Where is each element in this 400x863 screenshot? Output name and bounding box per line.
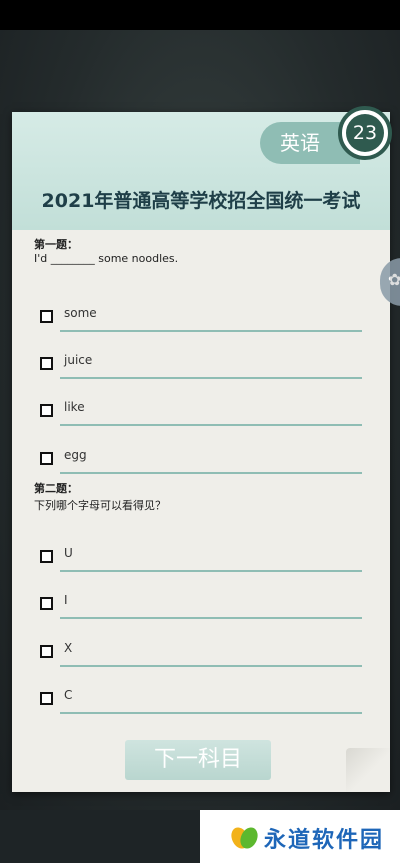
checkbox[interactable]	[40, 692, 53, 705]
status-bar	[0, 0, 400, 30]
checkbox[interactable]	[40, 645, 53, 658]
option-underline	[60, 472, 362, 474]
q2-option-c[interactable]: C	[40, 684, 364, 714]
option-underline	[60, 570, 362, 572]
option-label: some	[64, 306, 97, 320]
option-underline	[60, 712, 362, 714]
question-2-text: 下列哪个字母可以看得见？	[34, 499, 166, 512]
watermark: 永道软件园	[200, 810, 400, 863]
q2-option-i[interactable]: I	[40, 589, 364, 619]
question-2-label: 第二题：	[34, 482, 78, 495]
exam-title: 2021年普通高等学校招全国统一考试	[41, 190, 361, 212]
countdown-timer: 23	[338, 106, 392, 160]
checkbox[interactable]	[40, 357, 53, 370]
option-label: U	[64, 546, 73, 560]
watermark-text: 永道软件园	[264, 828, 385, 853]
option-underline	[60, 330, 362, 332]
q2-option-x[interactable]: X	[40, 637, 364, 667]
option-label: X	[64, 641, 73, 655]
q1-option-juice[interactable]: juice	[40, 349, 364, 379]
option-label: egg	[64, 448, 87, 462]
checkbox[interactable]	[40, 404, 53, 417]
page-curl-corner	[346, 748, 390, 792]
q1-option-some[interactable]: some	[40, 302, 364, 332]
option-label: I	[64, 593, 68, 607]
option-label: C	[64, 688, 73, 702]
option-label: like	[64, 400, 85, 414]
checkbox[interactable]	[40, 310, 53, 323]
question-1-text: I'd ________ some noodles.	[34, 252, 179, 265]
next-subject-button[interactable]: 下一科目	[125, 740, 271, 780]
question-1-label: 第一题：	[34, 238, 78, 251]
checkbox[interactable]	[40, 452, 53, 465]
q1-option-like[interactable]: like	[40, 396, 364, 426]
option-underline	[60, 665, 362, 667]
option-underline	[60, 377, 362, 379]
checkbox[interactable]	[40, 550, 53, 563]
q2-option-u[interactable]: U	[40, 542, 364, 572]
subject-label: 英语	[280, 131, 320, 155]
option-underline	[60, 424, 362, 426]
option-underline	[60, 617, 362, 619]
checkbox[interactable]	[40, 597, 53, 610]
leaf-logo-icon	[231, 827, 258, 849]
exam-paper: 英语 23 2021年普通高等学校招全国统一考试 第一题： I'd ______…	[12, 106, 392, 792]
option-label: juice	[64, 353, 93, 367]
paw-icon: ✿	[388, 270, 400, 289]
q1-option-egg[interactable]: egg	[40, 444, 364, 474]
timer-value: 23	[346, 114, 384, 152]
